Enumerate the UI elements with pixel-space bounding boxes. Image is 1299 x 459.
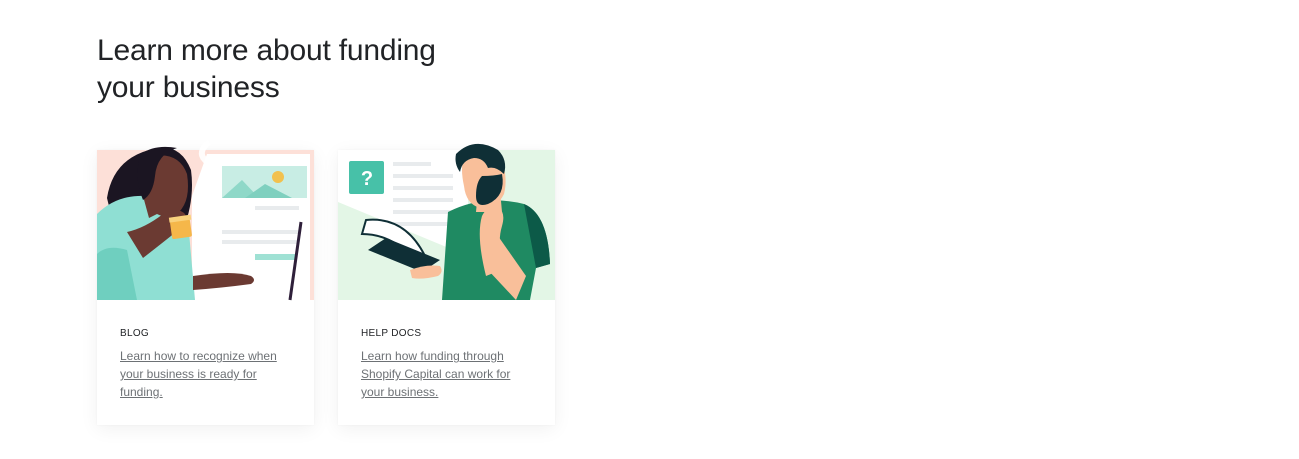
card-category-label: BLOG — [120, 328, 149, 339]
help-docs-link[interactable]: Learn how funding through Shopify Capita… — [361, 347, 536, 401]
blog-illustration — [97, 139, 314, 301]
help-docs-card[interactable]: ? HELP DOCS Learn how funding through Sh… — [338, 143, 555, 425]
help-docs-illustration: ? — [338, 143, 555, 300]
section-title: Learn more about funding your business — [97, 34, 436, 104]
blog-card[interactable]: BLOG Learn how to recognize when your bu… — [97, 139, 314, 425]
card-category-label: HELP DOCS — [361, 328, 422, 339]
blog-article-link[interactable]: Learn how to recognize when your busines… — [120, 347, 295, 401]
svg-text:?: ? — [361, 168, 373, 190]
